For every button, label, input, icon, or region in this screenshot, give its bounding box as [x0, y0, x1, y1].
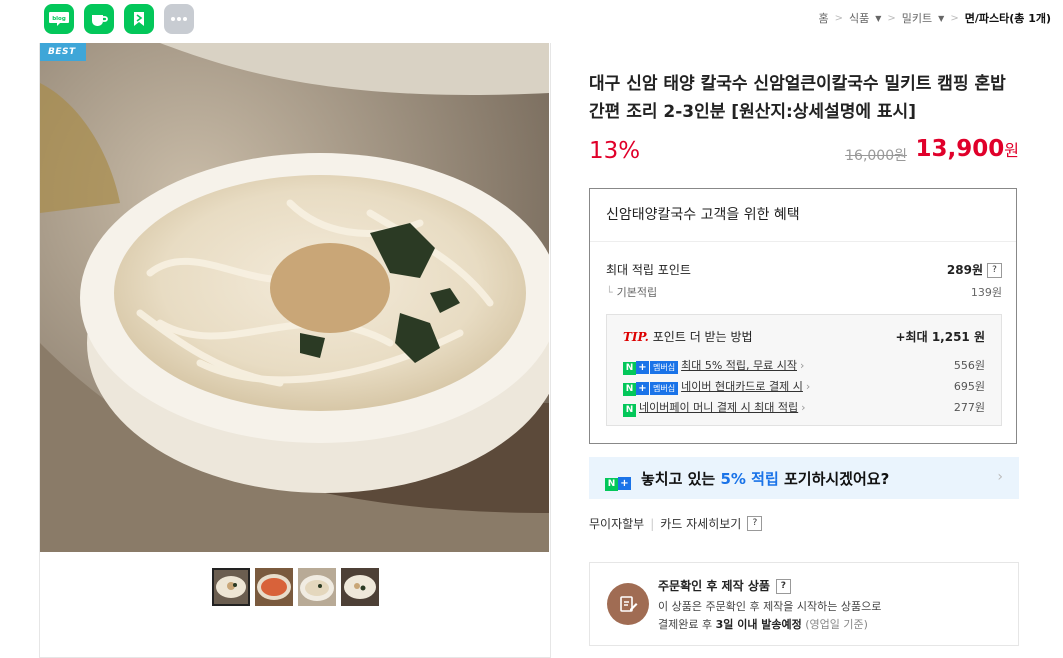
naver-membership-badge: N + 멤버십 [623, 381, 679, 396]
breadcrumb-level1[interactable]: 식품 [849, 10, 869, 26]
sale-price: 13,900원 [916, 136, 1020, 162]
cafe-share-icon[interactable] [84, 4, 114, 34]
price-row: 13% 16,000원 13,900원 [589, 136, 1019, 176]
main-product-photo[interactable] [40, 43, 549, 552]
tip-item-link[interactable]: 최대 5% 적립, 무료 시작 [681, 359, 797, 372]
original-price: 16,000원 [845, 148, 907, 164]
edit-document-icon [607, 583, 649, 625]
base-points-value: 139원 [970, 286, 1002, 299]
thumbnail-3[interactable] [298, 568, 336, 606]
caret-down-icon[interactable]: ▼ [938, 14, 944, 23]
product-title: 대구 신암 태양 칼국수 신암얼큰이칼국수 밀키트 캠핑 혼밥 간편 조리 2-… [589, 74, 1006, 122]
chevron-right-icon: > [834, 12, 843, 24]
divider: | [650, 516, 655, 531]
breadcrumb-current[interactable]: 면/파스타(총 1개) [965, 10, 1051, 26]
caret-down-icon[interactable]: ▼ [875, 14, 881, 23]
promo-text: 놓치고 있는 5% 적립 포기하시겠어요? [641, 468, 889, 489]
chevron-right-icon: › [805, 380, 811, 393]
benefit-heading: 신암태양칼국수 고객을 위한 혜택 [590, 189, 1016, 242]
chevron-right-icon: > [887, 12, 896, 24]
chevron-right-icon: › [801, 401, 806, 414]
tip-text: 포인트 더 받는 방법 [652, 330, 753, 344]
top-bar: blog 홈 > 식품 ▼ > 밀키트 ▼ > 면/파스타(총 1개) [0, 0, 1063, 38]
benefit-box: 신암태양칼국수 고객을 위한 혜택 최대 적립 포인트 289원? └ 기본적립 … [589, 188, 1017, 444]
thumbnail-2[interactable] [255, 568, 293, 606]
discount-rate: 13% [589, 138, 641, 164]
bookmark-share-icon[interactable] [124, 4, 154, 34]
max-points-value: 289원 [946, 263, 983, 277]
thumbnail-strip [212, 568, 379, 606]
chevron-right-icon: › [997, 469, 1003, 485]
card-detail-link[interactable]: 카드 자세히보기 [660, 515, 741, 532]
chevron-right-icon: › [800, 359, 805, 372]
best-badge: BEST [40, 43, 86, 61]
tip-item-amount: 695원 [953, 380, 985, 393]
svg-text:blog: blog [52, 16, 66, 22]
share-icons: blog [44, 4, 194, 34]
tip-item-amount: 556원 [953, 359, 985, 372]
base-points-label: 기본적립 [616, 286, 658, 299]
promo-suffix: 포기하시겠어요? [778, 470, 890, 488]
breadcrumb-level2[interactable]: 밀키트 [902, 10, 932, 26]
promo-highlight: 5% 적립 [720, 470, 779, 488]
naver-membership-badge: N + 멤버십 [623, 360, 679, 375]
naver-pay-icon: N [623, 402, 636, 417]
product-gallery: BEST [39, 43, 551, 658]
max-points-row: 최대 적립 포인트 289원? [606, 261, 1002, 278]
help-icon[interactable]: ? [747, 516, 763, 531]
promo-prefix: 놓치고 있는 [641, 470, 721, 488]
base-points-row: └ 기본적립 139원 [606, 284, 1002, 300]
tip-heading: TIP. 포인트 더 받는 방법 [623, 328, 753, 345]
breadcrumb-home[interactable]: 홈 [818, 10, 828, 26]
tip-box: TIP. 포인트 더 받는 방법 +최대 1,251 원 N + 멤버십 최대 5% 적… [606, 314, 1002, 426]
naver-plus-icon: N + [605, 471, 631, 491]
tip-item-link[interactable]: 네이버페이 머니 결제 시 최대 적립 [639, 401, 798, 414]
tip-item[interactable]: N 네이버페이 머니 결제 시 최대 적립 › 277원 [623, 399, 985, 417]
tip-item-link[interactable]: 네이버 현대카드로 결제 시 [681, 380, 803, 393]
help-icon[interactable]: ? [775, 579, 791, 594]
tip-item[interactable]: N + 멤버십 최대 5% 적립, 무료 시작 › 556원 [623, 357, 985, 375]
tip-label: TIP. [623, 330, 649, 344]
sale-price-value: 13,900 [915, 136, 1005, 162]
tip-item-amount: 277원 [953, 401, 985, 414]
tree-branch-icon: └ [606, 286, 613, 299]
payment-links: 무이자할부 | 카드 자세히보기 ? [589, 515, 763, 532]
made-to-order-notice: 주문확인 후 제작 상품? 이 상품은 주문확인 후 제작을 시작하는 상품으로… [589, 562, 1019, 646]
chevron-right-icon: > [950, 12, 959, 24]
blog-share-icon[interactable]: blog [44, 4, 74, 34]
product-info: 대구 신암 태양 칼국수 신암얼큰이칼국수 밀키트 캠핑 혼밥 간편 조리 2-… [589, 70, 1019, 176]
order-notice-shipping: 결제완료 후 3일 이내 발송예정 (영업일 기준) [658, 618, 868, 631]
sale-price-unit: 원 [1004, 141, 1019, 160]
installment-link[interactable]: 무이자할부 [589, 515, 644, 532]
thumbnail-1[interactable] [212, 568, 250, 606]
tip-max: +최대 1,251 원 [895, 330, 986, 344]
membership-promo-banner[interactable]: N + 놓치고 있는 5% 적립 포기하시겠어요? › [589, 457, 1019, 499]
order-notice-title: 주문확인 후 제작 상품? [658, 577, 791, 594]
breadcrumb: 홈 > 식품 ▼ > 밀키트 ▼ > 면/파스타(총 1개) [818, 10, 1051, 26]
help-icon[interactable]: ? [987, 263, 1002, 278]
max-points-label: 최대 적립 포인트 [606, 263, 691, 277]
more-share-icon[interactable] [164, 4, 194, 34]
order-notice-desc: 이 상품은 주문확인 후 제작을 시작하는 상품으로 [658, 600, 882, 613]
thumbnail-4[interactable] [341, 568, 379, 606]
tip-item[interactable]: N + 멤버십 네이버 현대카드로 결제 시 › 695원 [623, 378, 985, 396]
